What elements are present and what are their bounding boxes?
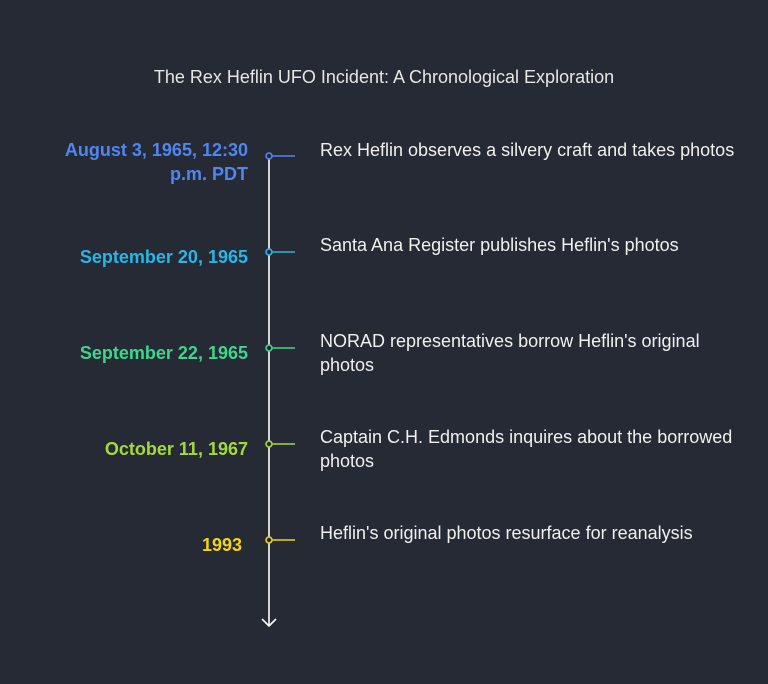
event-marker-5 (265, 536, 273, 544)
event-date-3: September 22, 1965 (79, 343, 248, 363)
event-date-2: September 20, 1965 (79, 247, 248, 267)
timeline-diagram: The Rex Heflin UFO Incident: A Chronolog… (0, 0, 768, 684)
event-text-4: Captain C.H. Edmonds inquires about the … (320, 427, 733, 471)
event-marker-3 (265, 344, 273, 352)
event-marker-2 (265, 248, 273, 256)
event-text-2: Santa Ana Register publishes Heflin's ph… (320, 235, 679, 255)
event-marker-4 (265, 440, 273, 448)
event-text-1: Rex Heflin observes a silvery craft and … (320, 140, 735, 160)
event-date-1: August 3, 1965, 12:30 p.m. PDT (64, 140, 248, 184)
event-text-3: NORAD representatives borrow Heflin's or… (320, 331, 700, 375)
event-date-5: 1993 (201, 535, 242, 555)
event-text-5: Heflin's original photos resurface for r… (320, 523, 693, 543)
event-date-4: October 11, 1967 (104, 439, 248, 459)
event-marker-1 (265, 152, 273, 160)
